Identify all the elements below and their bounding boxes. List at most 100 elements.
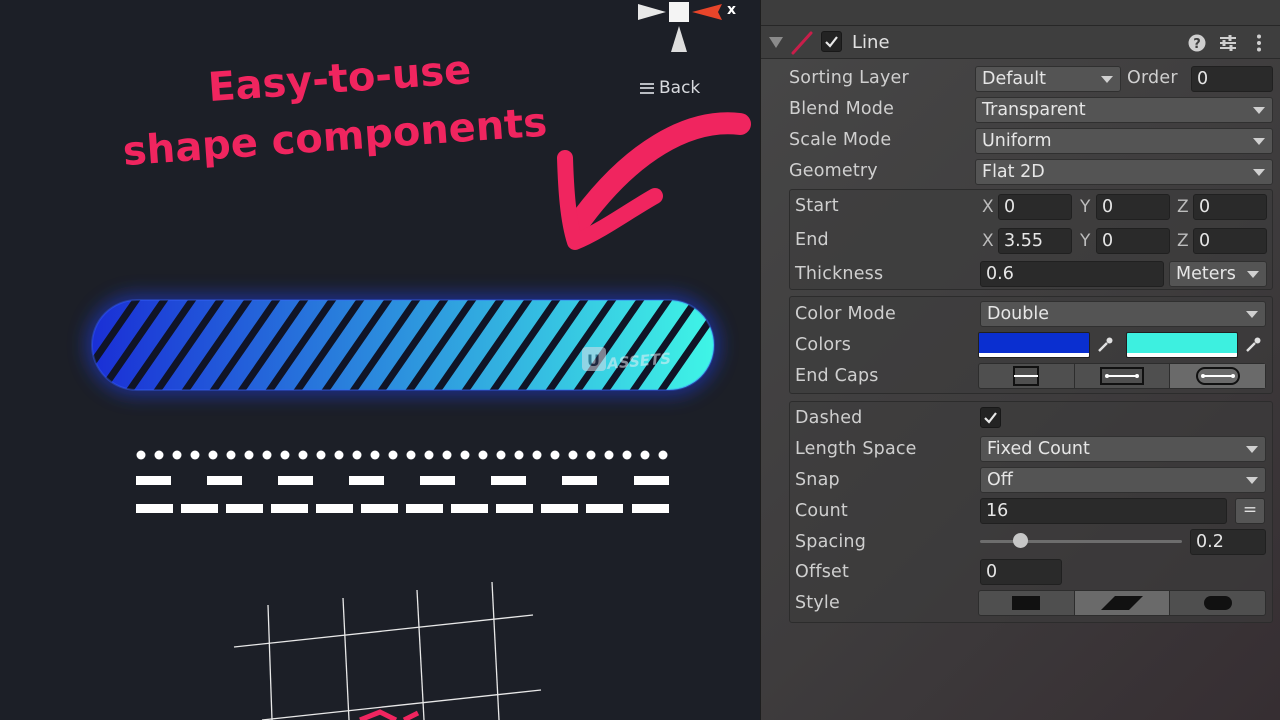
thickness-field[interactable]: 0.6 <box>980 261 1164 287</box>
orientation-gizmo[interactable] <box>638 2 722 52</box>
partial-shape-bottom-2 <box>402 710 420 720</box>
component-header[interactable]: Line ? <box>761 26 1280 59</box>
sorting-layer-dropdown[interactable]: Default <box>975 66 1121 92</box>
thickness-unit-value: Meters <box>1176 264 1236 284</box>
start-eyedropper-icon[interactable] <box>1092 332 1118 358</box>
length-space-dropdown[interactable]: Fixed Count <box>980 436 1266 462</box>
offset-field[interactable]: 0 <box>980 559 1062 585</box>
end-color-swatch <box>1127 333 1237 353</box>
scale-mode-label: Scale Mode <box>789 130 892 150</box>
start-label: Start <box>795 196 839 216</box>
preset-icon[interactable] <box>1218 33 1238 53</box>
thickness-label: Thickness <box>795 264 884 284</box>
start-x-field[interactable]: 0 <box>998 194 1072 220</box>
start-z-field[interactable]: 0 <box>1193 194 1267 220</box>
back-label: Back <box>659 78 701 98</box>
dash-style-selector[interactable] <box>978 590 1266 616</box>
geometry-label: Geometry <box>789 161 878 181</box>
dropdown-arrow-icon <box>1101 76 1113 83</box>
color-mode-dropdown[interactable]: Double <box>980 301 1266 327</box>
end-color-field[interactable] <box>1126 332 1238 358</box>
end-z-field[interactable]: 0 <box>1193 228 1267 254</box>
dropdown-arrow-icon <box>1247 271 1259 278</box>
alpha-bar <box>1127 353 1237 357</box>
end-y-axis: Y <box>1080 231 1091 251</box>
geometry-dropdown[interactable]: Flat 2D <box>975 159 1273 185</box>
end-z-axis: Z <box>1177 231 1189 251</box>
component-title: Line <box>852 32 890 53</box>
color-mode-value: Double <box>987 304 1050 324</box>
color-mode-label: Color Mode <box>795 304 896 324</box>
spacing-label: Spacing <box>795 532 867 552</box>
cap-round-icon <box>1195 367 1240 385</box>
gradient-line-shape[interactable] <box>60 280 738 410</box>
angled-dash-icon <box>1101 596 1143 610</box>
blend-mode-dropdown[interactable]: Transparent <box>975 97 1273 123</box>
rect-dash-icon <box>1012 596 1041 610</box>
start-color-field[interactable] <box>978 332 1090 358</box>
spacing-field[interactable]: 0.2 <box>1190 529 1266 555</box>
style-label: Style <box>795 593 840 613</box>
start-color-swatch <box>979 333 1089 353</box>
end-eyedropper-icon[interactable] <box>1240 332 1266 358</box>
grid-shape[interactable] <box>233 581 542 720</box>
inspector-top-strip <box>761 0 1280 26</box>
partial-shape-bottom <box>359 709 398 720</box>
end-cap-none-option[interactable] <box>979 364 1075 388</box>
scene-view[interactable]: Easy-to-use shape components U ASSETS x … <box>0 0 760 720</box>
cap-square-icon <box>1100 367 1144 385</box>
end-caps-label: End Caps <box>795 366 879 386</box>
dropdown-arrow-icon <box>1246 446 1258 453</box>
spacing-slider-track[interactable] <box>980 540 1182 543</box>
thickness-unit-dropdown[interactable]: Meters <box>1169 261 1267 287</box>
scale-mode-dropdown[interactable]: Uniform <box>975 128 1273 154</box>
colors-label: Colors <box>795 335 852 355</box>
snap-dropdown[interactable]: Off <box>980 467 1266 493</box>
end-x-field[interactable]: 3.55 <box>998 228 1072 254</box>
snap-value: Off <box>987 470 1013 490</box>
rounded-dash-icon <box>1203 596 1232 610</box>
snap-label: Snap <box>795 470 840 490</box>
back-button[interactable]: Back <box>640 76 700 100</box>
dotted-line-shape[interactable] <box>136 450 668 460</box>
end-cap-round-option[interactable] <box>1170 364 1266 388</box>
order-field[interactable]: 0 <box>1191 66 1273 92</box>
dropdown-arrow-icon <box>1246 311 1258 318</box>
dashed-label: Dashed <box>795 408 863 428</box>
dashed-line-shape[interactable] <box>136 476 669 485</box>
headline-line-1: Easy-to-use <box>207 47 473 111</box>
component-enabled-toggle[interactable] <box>821 31 842 52</box>
dash-style-basic-option[interactable] <box>979 591 1075 615</box>
start-y-field[interactable]: 0 <box>1096 194 1170 220</box>
count-field[interactable]: 16 <box>980 498 1227 524</box>
segmented-line-shape[interactable] <box>136 504 669 513</box>
end-y-field[interactable]: 0 <box>1096 228 1170 254</box>
sorting-layer-value: Default <box>982 69 1046 89</box>
count-equals-button[interactable]: = <box>1235 498 1265 524</box>
gizmo-x-axis-label: x <box>727 2 737 18</box>
length-space-label: Length Space <box>795 439 917 459</box>
line-component-icon <box>791 31 813 55</box>
geometry-value: Flat 2D <box>982 162 1045 182</box>
end-cap-square-option[interactable] <box>1075 364 1171 388</box>
help-icon[interactable]: ? <box>1187 33 1207 53</box>
dropdown-arrow-icon <box>1246 477 1258 484</box>
start-z-axis: Z <box>1177 197 1189 217</box>
svg-text:?: ? <box>1193 37 1201 52</box>
more-vertical-icon[interactable] <box>1249 33 1269 53</box>
start-x-axis: X <box>982 197 994 217</box>
length-space-value: Fixed Count <box>987 439 1090 459</box>
end-label: End <box>795 230 829 250</box>
dropdown-arrow-icon <box>1253 107 1265 114</box>
dropdown-arrow-icon <box>1253 169 1265 176</box>
dash-style-angled-option[interactable] <box>1074 591 1171 615</box>
dashed-checkbox[interactable] <box>980 407 1001 428</box>
checkmark-icon <box>825 36 838 48</box>
dropdown-arrow-icon <box>1253 138 1265 145</box>
sorting-layer-label: Sorting Layer <box>789 68 909 88</box>
scale-mode-value: Uniform <box>982 131 1052 151</box>
foldout-triangle-icon[interactable] <box>769 37 783 48</box>
dash-style-rounded-option[interactable] <box>1170 591 1265 615</box>
end-caps-selector[interactable] <box>978 363 1266 389</box>
start-y-axis: Y <box>1080 197 1091 217</box>
